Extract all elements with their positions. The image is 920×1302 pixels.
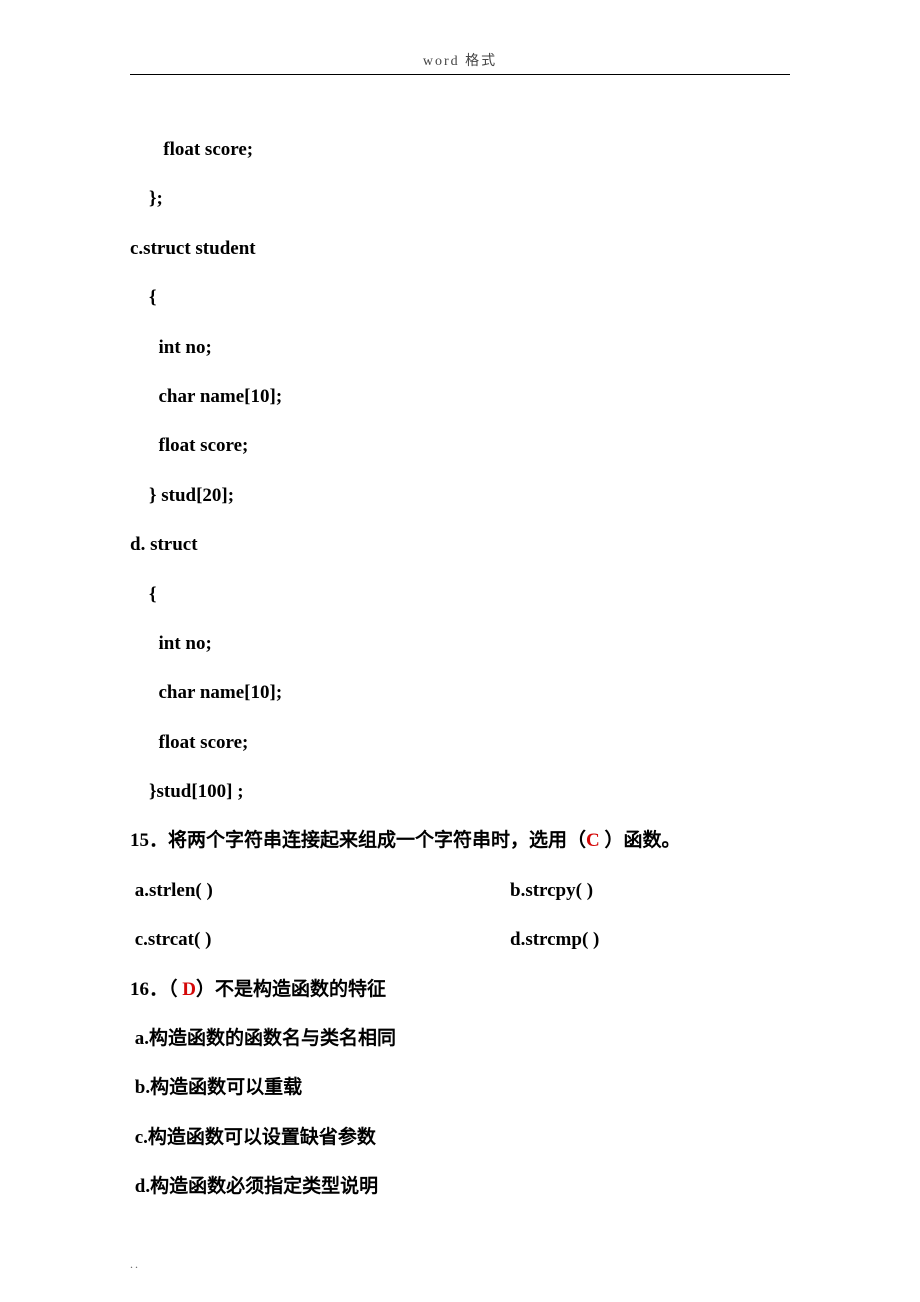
q16-option-a: a.构造函数的函数名与类名相同 bbox=[130, 1014, 790, 1063]
code-line: float score; bbox=[130, 125, 790, 174]
q16-option-d: d.构造函数必须指定类型说明 bbox=[130, 1162, 790, 1211]
q15-options-row2: c.strcat( ) d.strcmp( ) bbox=[130, 915, 790, 964]
q15-option-b: b.strcpy( ) bbox=[510, 866, 593, 915]
q16-answer: D bbox=[182, 979, 196, 1000]
code-line: int no; bbox=[130, 619, 790, 668]
page: word 格式 float score; }; c.struct student… bbox=[0, 0, 920, 1302]
q15-option-d: d.strcmp( ) bbox=[510, 915, 599, 964]
q16-option-c: c.构造函数可以设置缺省参数 bbox=[130, 1113, 790, 1162]
code-line: float score; bbox=[130, 421, 790, 470]
code-line: c.struct student bbox=[130, 224, 790, 273]
page-footer: .. bbox=[130, 1257, 140, 1272]
code-line: d. struct bbox=[130, 520, 790, 569]
q15-suffix: ）函数。 bbox=[605, 830, 681, 851]
code-line: } stud[20]; bbox=[130, 471, 790, 520]
code-line: char name[10]; bbox=[130, 668, 790, 717]
question-15: 15．将两个字符串连接起来组成一个字符串时，选用（C ）函数。 bbox=[130, 816, 790, 865]
code-line: char name[10]; bbox=[130, 372, 790, 421]
document-body: float score; }; c.struct student { int n… bbox=[130, 125, 790, 1212]
q16-suffix: ）不是构造函数的特征 bbox=[196, 979, 386, 1000]
code-line: }; bbox=[130, 174, 790, 223]
code-line: { bbox=[130, 570, 790, 619]
page-header: word 格式 bbox=[130, 50, 790, 75]
q15-option-a: a.strlen( ) bbox=[130, 866, 510, 915]
code-line: { bbox=[130, 273, 790, 322]
q15-prefix: 15．将两个字符串连接起来组成一个字符串时，选用（ bbox=[130, 830, 586, 851]
q15-answer: C bbox=[586, 830, 604, 851]
q16-prefix: 16．（ bbox=[130, 979, 182, 1000]
q16-option-b: b.构造函数可以重载 bbox=[130, 1063, 790, 1112]
question-16: 16．（ D）不是构造函数的特征 bbox=[130, 965, 790, 1014]
q15-option-c: c.strcat( ) bbox=[130, 915, 510, 964]
q15-options-row1: a.strlen( ) b.strcpy( ) bbox=[130, 866, 790, 915]
code-line: }stud[100] ; bbox=[130, 767, 790, 816]
code-line: int no; bbox=[130, 323, 790, 372]
code-line: float score; bbox=[130, 718, 790, 767]
